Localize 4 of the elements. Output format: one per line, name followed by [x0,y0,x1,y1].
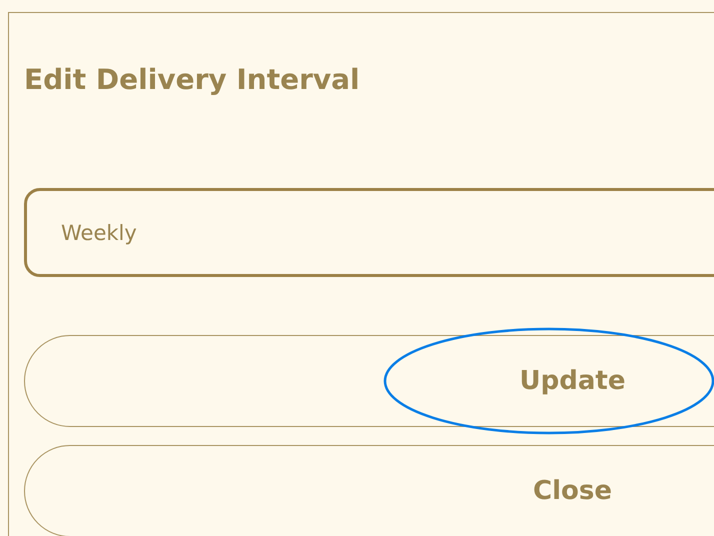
dialog-title: Edit Delivery Interval [24,62,360,98]
interval-field[interactable]: Weekly [24,188,714,277]
update-button[interactable]: Update [24,335,714,427]
close-button[interactable]: Close [24,445,714,536]
